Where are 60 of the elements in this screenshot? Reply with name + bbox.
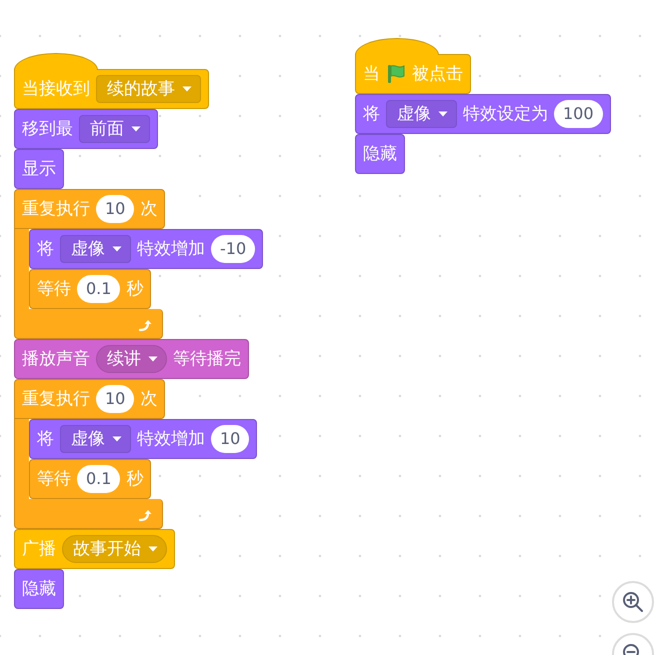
block-label: 将 [363,106,380,122]
script-block[interactable]: 移到最 前面 [14,109,158,149]
zoom-in-icon [622,591,644,613]
loop-arrow-icon [138,509,152,523]
block-label: 特效增加 [137,240,205,258]
script-block[interactable]: 播放声音 续讲 等待播完 [14,339,249,379]
number-input[interactable]: 0.1 [77,465,120,493]
block-label: 播放声音 [22,350,90,368]
flag-icon [386,64,406,84]
number-input[interactable]: 10 [96,195,134,223]
script-block[interactable]: 隐藏 [355,134,405,174]
number-input[interactable]: -10 [211,235,256,263]
number-input[interactable]: 0.1 [77,275,120,303]
block-label: 等待播完 [173,350,241,368]
script-block[interactable]: 显示 [14,149,64,189]
block-label: 秒 [126,470,144,488]
block-label: 隐藏 [22,580,56,598]
script-block[interactable]: 隐藏 [14,569,64,609]
script-block[interactable]: 将 虚像 特效设定为 100 [355,94,611,134]
caret-icon [112,436,122,442]
block-label: 次 [140,390,158,408]
block-label: 被点击 [412,66,463,82]
dropdown-menu[interactable]: 前面 [79,114,150,144]
dropdown-menu[interactable]: 虚像 [60,234,131,264]
block-label: 将 [37,430,54,448]
zoom-in-button[interactable] [612,581,654,623]
block-label: 等待 [37,280,71,298]
block-label: 特效增加 [137,430,205,448]
block-label: 移到最 [22,120,73,138]
block-label: 广播 [22,540,56,558]
block-label: 等待 [37,470,71,488]
script-block[interactable]: 等待 0.1 秒 [29,269,152,309]
number-input[interactable]: 100 [554,100,603,128]
block-label: 当 [363,66,380,82]
loop-block-header[interactable]: 重复执行 10 次 [14,189,166,229]
block-label: 重复执行 [22,200,90,218]
number-input[interactable]: 10 [211,425,250,453]
script-block[interactable]: 将 虚像 特效增加 10 [29,419,258,459]
caret-icon [182,86,192,92]
dropdown-menu[interactable]: 虚像 [386,100,457,128]
block-label: 秒 [126,280,144,298]
caret-icon [148,356,158,362]
caret-icon [112,246,122,252]
number-input[interactable]: 10 [96,385,134,413]
block-label: 次 [140,200,158,218]
block-label: 显示 [22,160,56,178]
caret-icon [438,110,448,117]
block-label: 将 [37,240,54,258]
loop-arrow-icon [138,319,152,333]
caret-icon [131,126,141,132]
block-label: 当接收到 [22,80,90,98]
block-label: 重复执行 [22,390,90,408]
script-block[interactable]: 将 虚像 特效增加 -10 [29,229,264,269]
block-label: 特效设定为 [463,106,548,122]
block-label: 隐藏 [363,146,397,162]
script-block[interactable]: 等待 0.1 秒 [29,459,152,499]
dropdown-menu[interactable]: 续讲 [96,344,167,374]
caret-icon [148,546,158,552]
loop-block-header[interactable]: 重复执行 10 次 [14,379,166,419]
dropdown-menu[interactable]: 虚像 [60,424,131,454]
